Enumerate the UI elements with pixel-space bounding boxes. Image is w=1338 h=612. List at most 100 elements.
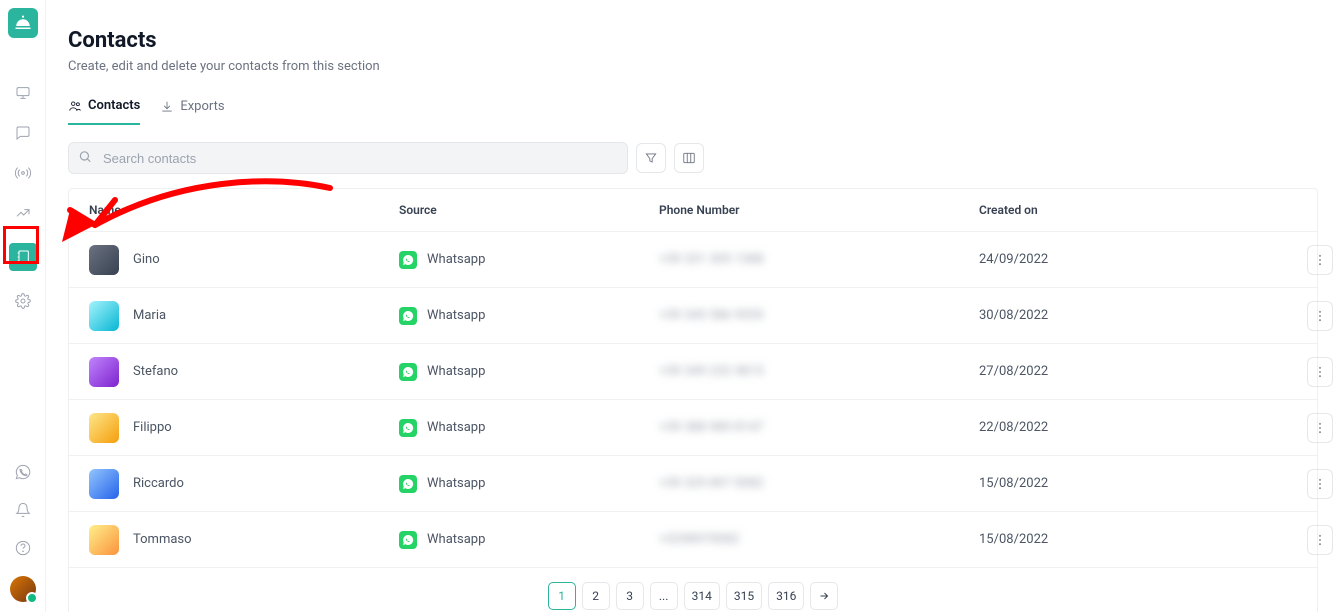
more-vertical-icon bbox=[1313, 477, 1327, 491]
gear-icon bbox=[15, 293, 31, 309]
contact-name: Riccardo bbox=[133, 476, 184, 491]
row-actions-button[interactable] bbox=[1307, 245, 1333, 275]
table-row[interactable]: Tommaso Whatsapp +3298970082 15/08/2022 bbox=[69, 512, 1317, 568]
contacts-table: Name Source Phone Number Created on Gino… bbox=[68, 188, 1318, 612]
row-actions-button[interactable] bbox=[1307, 413, 1333, 443]
user-avatar[interactable] bbox=[10, 576, 36, 602]
more-vertical-icon bbox=[1313, 253, 1327, 267]
col-name: Name bbox=[89, 203, 399, 217]
page-ellipsis[interactable]: ... bbox=[650, 582, 678, 610]
contact-phone: +3298970082 bbox=[659, 532, 979, 547]
tab-exports-label: Exports bbox=[180, 99, 224, 114]
app-logo[interactable] bbox=[8, 8, 38, 38]
nav-chat[interactable] bbox=[13, 123, 33, 143]
download-icon bbox=[160, 100, 174, 114]
page-title: Contacts bbox=[68, 28, 1318, 53]
page-315[interactable]: 315 bbox=[726, 582, 762, 610]
search-box bbox=[68, 142, 628, 174]
contact-source: Whatsapp bbox=[427, 420, 485, 435]
more-vertical-icon bbox=[1313, 309, 1327, 323]
table-row[interactable]: Riccardo Whatsapp +39 329 897 0082 15/08… bbox=[69, 456, 1317, 512]
contact-source: Whatsapp bbox=[427, 364, 485, 379]
sidebar-bottom bbox=[0, 462, 46, 602]
col-phone: Phone Number bbox=[659, 203, 979, 217]
tab-exports[interactable]: Exports bbox=[160, 98, 224, 125]
search-row bbox=[68, 142, 1318, 174]
contact-created: 27/08/2022 bbox=[979, 364, 1269, 379]
sidebar-nav bbox=[9, 83, 37, 311]
arrow-right-icon bbox=[818, 590, 830, 602]
nav-dashboard[interactable] bbox=[13, 83, 33, 103]
tabs: Contacts Exports bbox=[68, 98, 1318, 126]
contact-phone: +39 331 305 1388 bbox=[659, 252, 979, 267]
cloche-icon bbox=[14, 14, 32, 32]
table-row[interactable]: Filippo Whatsapp +39 388 989 8147 22/08/… bbox=[69, 400, 1317, 456]
nav-broadcast[interactable] bbox=[13, 163, 33, 183]
whatsapp-badge-icon bbox=[399, 307, 417, 325]
nav-contacts[interactable] bbox=[9, 243, 37, 271]
row-actions-button[interactable] bbox=[1307, 525, 1333, 555]
book-icon bbox=[15, 249, 31, 265]
help-icon bbox=[15, 540, 31, 556]
contact-name: Gino bbox=[133, 252, 160, 267]
whatsapp-badge-icon bbox=[399, 531, 417, 549]
whatsapp-badge-icon bbox=[399, 363, 417, 381]
nav-notifications[interactable] bbox=[13, 500, 33, 520]
contact-name: Stefano bbox=[133, 364, 178, 379]
trend-icon bbox=[15, 205, 31, 221]
avatar bbox=[89, 469, 119, 499]
more-vertical-icon bbox=[1313, 421, 1327, 435]
contact-source: Whatsapp bbox=[427, 476, 485, 491]
contact-phone: +39 349 232 9815 bbox=[659, 364, 979, 379]
contact-phone: +39 345 586 9555 bbox=[659, 308, 979, 323]
whatsapp-badge-icon bbox=[399, 251, 417, 269]
row-actions-button[interactable] bbox=[1307, 357, 1333, 387]
contact-created: 15/08/2022 bbox=[979, 532, 1269, 547]
row-actions-button[interactable] bbox=[1307, 469, 1333, 499]
col-source: Source bbox=[399, 203, 659, 217]
table-row[interactable]: Gino Whatsapp +39 331 305 1388 24/09/202… bbox=[69, 232, 1317, 288]
sidebar bbox=[0, 0, 46, 612]
page-subtitle: Create, edit and delete your contacts fr… bbox=[68, 59, 1318, 74]
columns-icon bbox=[682, 151, 696, 165]
contact-phone: +39 388 989 8147 bbox=[659, 420, 979, 435]
contact-created: 24/09/2022 bbox=[979, 252, 1269, 267]
avatar bbox=[89, 525, 119, 555]
nav-whatsapp[interactable] bbox=[13, 462, 33, 482]
more-vertical-icon bbox=[1313, 533, 1327, 547]
filter-icon bbox=[644, 151, 658, 165]
table-row[interactable]: Maria Whatsapp +39 345 586 9555 30/08/20… bbox=[69, 288, 1317, 344]
pagination: 1 2 3 ... 314 315 316 bbox=[69, 568, 1317, 612]
filter-button[interactable] bbox=[636, 143, 666, 173]
avatar bbox=[89, 301, 119, 331]
users-icon bbox=[68, 99, 82, 113]
more-vertical-icon bbox=[1313, 365, 1327, 379]
page-next[interactable] bbox=[810, 582, 838, 610]
contact-phone: +39 329 897 0082 bbox=[659, 476, 979, 491]
page-314[interactable]: 314 bbox=[684, 582, 720, 610]
nav-analytics[interactable] bbox=[13, 203, 33, 223]
contact-source: Whatsapp bbox=[427, 532, 485, 547]
table-row[interactable]: Stefano Whatsapp +39 349 232 9815 27/08/… bbox=[69, 344, 1317, 400]
contact-name: Maria bbox=[133, 308, 166, 323]
nav-help[interactable] bbox=[13, 538, 33, 558]
page-316[interactable]: 316 bbox=[768, 582, 804, 610]
tab-contacts-label: Contacts bbox=[88, 98, 140, 113]
contact-name: Tommaso bbox=[133, 532, 192, 547]
nav-settings[interactable] bbox=[13, 291, 33, 311]
columns-button[interactable] bbox=[674, 143, 704, 173]
avatar bbox=[89, 245, 119, 275]
page-1[interactable]: 1 bbox=[548, 582, 576, 610]
contact-created: 22/08/2022 bbox=[979, 420, 1269, 435]
chat-icon bbox=[15, 125, 31, 141]
monitor-icon bbox=[15, 85, 31, 101]
page-3[interactable]: 3 bbox=[616, 582, 644, 610]
tab-contacts[interactable]: Contacts bbox=[68, 98, 140, 125]
search-input[interactable] bbox=[68, 142, 628, 174]
contact-source: Whatsapp bbox=[427, 308, 485, 323]
contact-created: 15/08/2022 bbox=[979, 476, 1269, 491]
whatsapp-icon bbox=[15, 464, 31, 480]
row-actions-button[interactable] bbox=[1307, 301, 1333, 331]
page-2[interactable]: 2 bbox=[582, 582, 610, 610]
avatar bbox=[89, 413, 119, 443]
